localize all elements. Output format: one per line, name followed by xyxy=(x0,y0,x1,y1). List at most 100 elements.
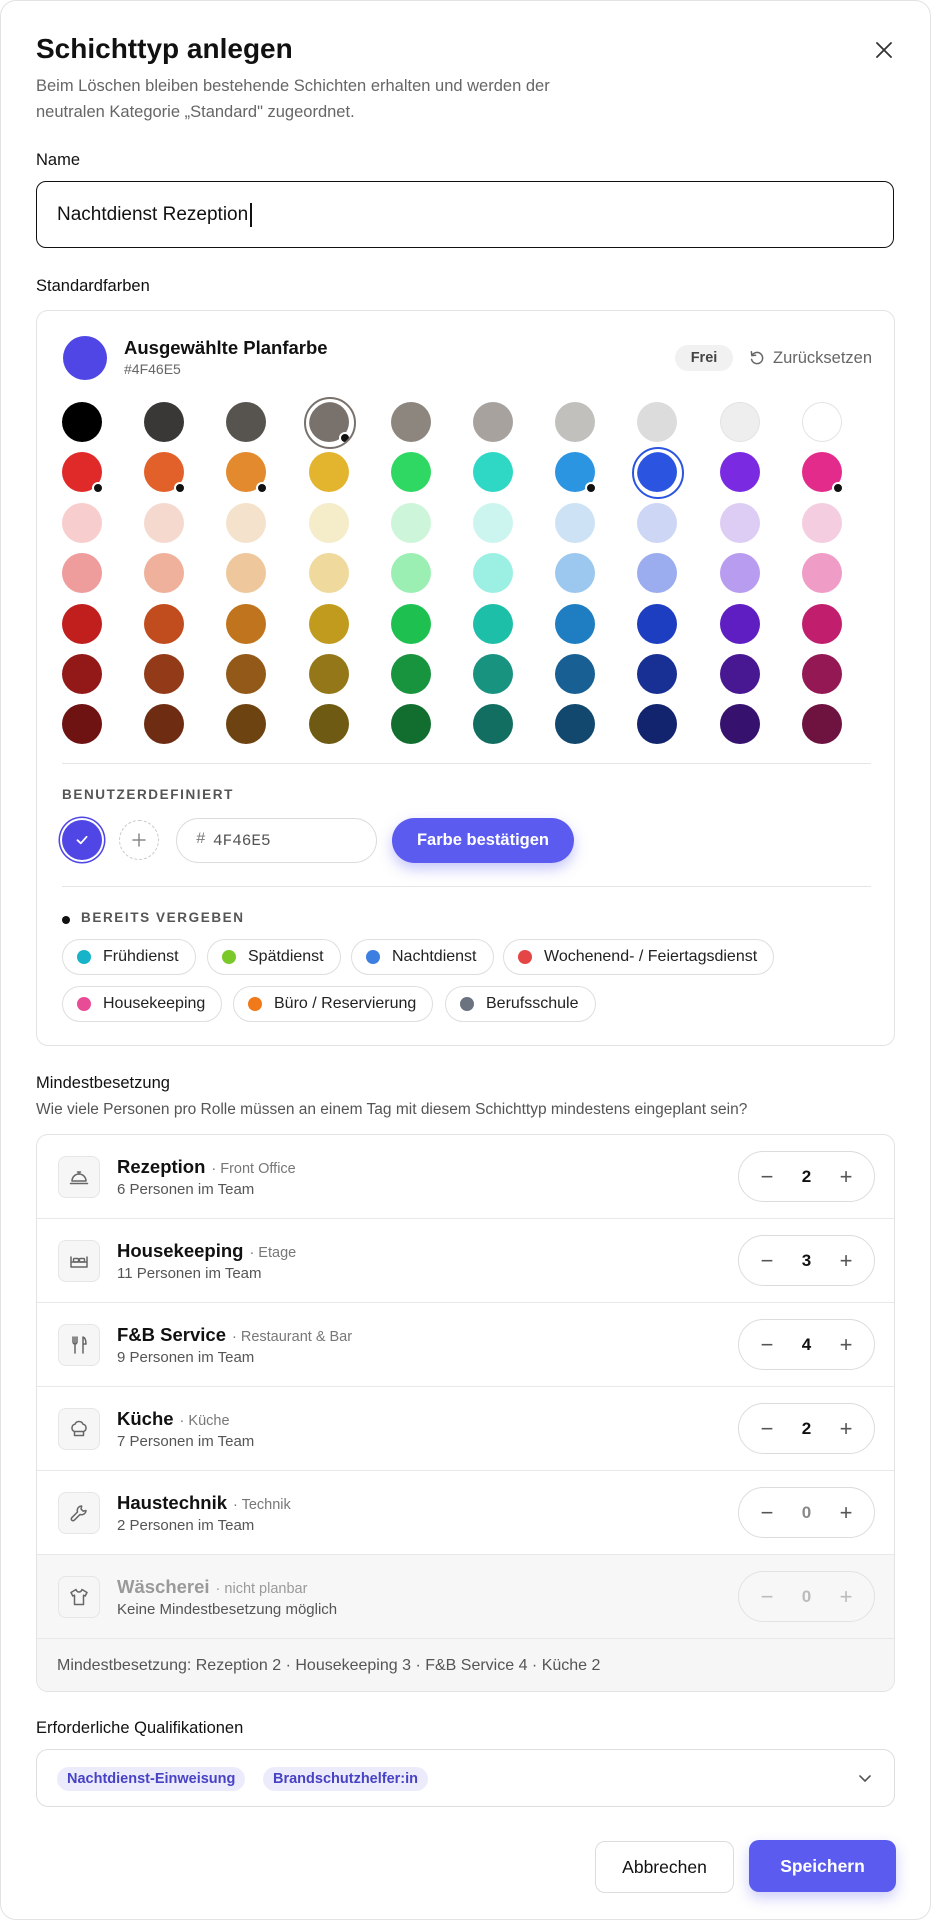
save-button[interactable]: Speichern xyxy=(749,1840,896,1892)
palette-swatch[interactable] xyxy=(303,397,356,449)
increment-button[interactable]: + xyxy=(824,1320,868,1369)
palette-swatch[interactable] xyxy=(62,452,104,495)
palette-swatch[interactable] xyxy=(62,704,102,745)
palette-swatch[interactable] xyxy=(308,553,349,594)
palette-swatch[interactable] xyxy=(144,603,185,644)
palette-swatch[interactable] xyxy=(308,603,349,644)
palette-swatch[interactable] xyxy=(473,402,513,442)
increment-button[interactable]: + xyxy=(824,1152,868,1201)
palette-swatch[interactable] xyxy=(637,704,678,745)
role-name: F&B Service · Restaurant & Bar xyxy=(117,1324,353,1345)
palette-swatch[interactable] xyxy=(390,654,431,694)
palette-swatch[interactable] xyxy=(226,704,267,745)
hex-color-input[interactable] xyxy=(176,818,377,863)
chip-label: Wochenend- / Feiertagsdienst xyxy=(544,948,758,965)
shift-type-dialog: Schichttyp anlegen Beim Löschen bleiben … xyxy=(0,0,931,1920)
palette-swatch[interactable] xyxy=(144,502,185,543)
role-team-size: 6 Personen im Team xyxy=(117,1181,255,1198)
palette-swatch[interactable] xyxy=(390,502,431,543)
palette-swatch[interactable] xyxy=(390,553,431,594)
taken-chip-nachtdienst[interactable]: Nachtdienst xyxy=(351,939,494,975)
palette-swatch[interactable] xyxy=(473,502,513,543)
confirm-color-button[interactable]: Farbe bestätigen xyxy=(392,818,574,863)
palette-swatch[interactable] xyxy=(801,452,844,495)
palette-swatch[interactable] xyxy=(62,553,102,594)
palette-swatch[interactable] xyxy=(144,654,185,694)
palette-swatch[interactable] xyxy=(555,553,596,594)
palette-swatch[interactable] xyxy=(719,704,760,745)
role-team-size: 9 Personen im Team xyxy=(117,1349,255,1366)
palette-swatch[interactable] xyxy=(473,553,513,594)
palette-swatch[interactable] xyxy=(719,402,760,442)
taken-chip-spaetdienst[interactable]: Spätdienst xyxy=(207,939,341,975)
taken-chip-fruehdienst[interactable]: Frühdienst xyxy=(62,939,196,975)
palette-swatch[interactable] xyxy=(473,452,513,493)
palette-swatch[interactable] xyxy=(632,447,685,500)
add-custom-color-button[interactable] xyxy=(119,820,159,860)
increment-button[interactable]: + xyxy=(824,1236,868,1285)
palette-swatch[interactable] xyxy=(801,553,842,594)
palette-swatch[interactable] xyxy=(226,553,267,594)
palette-swatch[interactable] xyxy=(555,402,596,442)
palette-swatch[interactable] xyxy=(308,654,349,694)
palette-swatch[interactable] xyxy=(637,502,678,543)
palette-swatch[interactable] xyxy=(637,654,678,694)
palette-swatch[interactable] xyxy=(473,704,513,745)
palette-swatch[interactable] xyxy=(308,704,349,745)
palette-swatch[interactable] xyxy=(62,654,102,694)
qualifications-select[interactable]: Nachtdienst-Einweisung Brandschutzhelfer… xyxy=(36,1749,895,1807)
palette-swatch[interactable] xyxy=(555,502,596,543)
cancel-button[interactable]: Abbrechen xyxy=(595,1841,734,1893)
palette-swatch[interactable] xyxy=(144,704,185,745)
palette-swatch[interactable] xyxy=(308,452,349,493)
palette-swatch[interactable] xyxy=(226,402,267,442)
palette-swatch[interactable] xyxy=(226,603,267,644)
palette-swatch[interactable] xyxy=(144,402,185,442)
palette-swatch[interactable] xyxy=(555,452,598,495)
palette-swatch[interactable] xyxy=(144,452,187,495)
palette-swatch[interactable] xyxy=(226,502,267,543)
palette-swatch[interactable] xyxy=(801,654,842,694)
palette-swatch[interactable] xyxy=(801,704,842,745)
check-icon xyxy=(76,835,88,845)
palette-swatch[interactable] xyxy=(801,603,842,644)
increment-button[interactable]: + xyxy=(824,1404,868,1453)
palette-swatch[interactable] xyxy=(637,402,678,442)
chip-label: Büro / Reservierung xyxy=(274,995,417,1012)
palette-swatch[interactable] xyxy=(637,603,678,644)
palette-swatch[interactable] xyxy=(473,654,513,694)
used-marker xyxy=(831,482,844,495)
palette-swatch[interactable] xyxy=(62,603,102,644)
increment-button[interactable]: + xyxy=(824,1488,868,1537)
taken-chip-berufsschule[interactable]: Berufsschule xyxy=(445,986,596,1022)
palette-swatch[interactable] xyxy=(555,603,596,644)
close-button[interactable] xyxy=(867,33,901,67)
palette-swatch[interactable] xyxy=(555,654,596,694)
palette-swatch[interactable] xyxy=(801,502,842,543)
palette-swatch[interactable] xyxy=(62,502,102,543)
custom-color-swatch[interactable] xyxy=(62,820,102,860)
palette-swatch[interactable] xyxy=(226,452,269,495)
palette-swatch[interactable] xyxy=(473,603,513,644)
taken-chip-buero[interactable]: Büro / Reservierung xyxy=(233,986,434,1022)
palette-swatch[interactable] xyxy=(308,502,349,543)
palette-swatch[interactable] xyxy=(390,452,431,493)
palette-swatch[interactable] xyxy=(719,452,760,493)
palette-swatch[interactable] xyxy=(637,553,678,594)
name-input[interactable] xyxy=(36,181,894,248)
taken-chip-wochenenddienst[interactable]: Wochenend- / Feiertagsdienst xyxy=(503,939,775,975)
palette-swatch[interactable] xyxy=(555,704,596,745)
palette-swatch[interactable] xyxy=(144,553,185,594)
palette-swatch[interactable] xyxy=(226,654,267,694)
palette-swatch[interactable] xyxy=(719,654,760,694)
palette-swatch[interactable] xyxy=(719,502,760,543)
palette-swatch[interactable] xyxy=(390,704,431,745)
palette-swatch[interactable] xyxy=(62,402,102,442)
palette-swatch[interactable] xyxy=(719,603,760,644)
taken-chip-housekeeping[interactable]: Housekeeping xyxy=(62,986,223,1022)
palette-swatch[interactable] xyxy=(390,402,431,442)
palette-swatch[interactable] xyxy=(801,402,842,442)
reset-button[interactable]: Zurücksetzen xyxy=(749,345,872,371)
palette-swatch[interactable] xyxy=(719,553,760,594)
palette-swatch[interactable] xyxy=(390,603,431,644)
